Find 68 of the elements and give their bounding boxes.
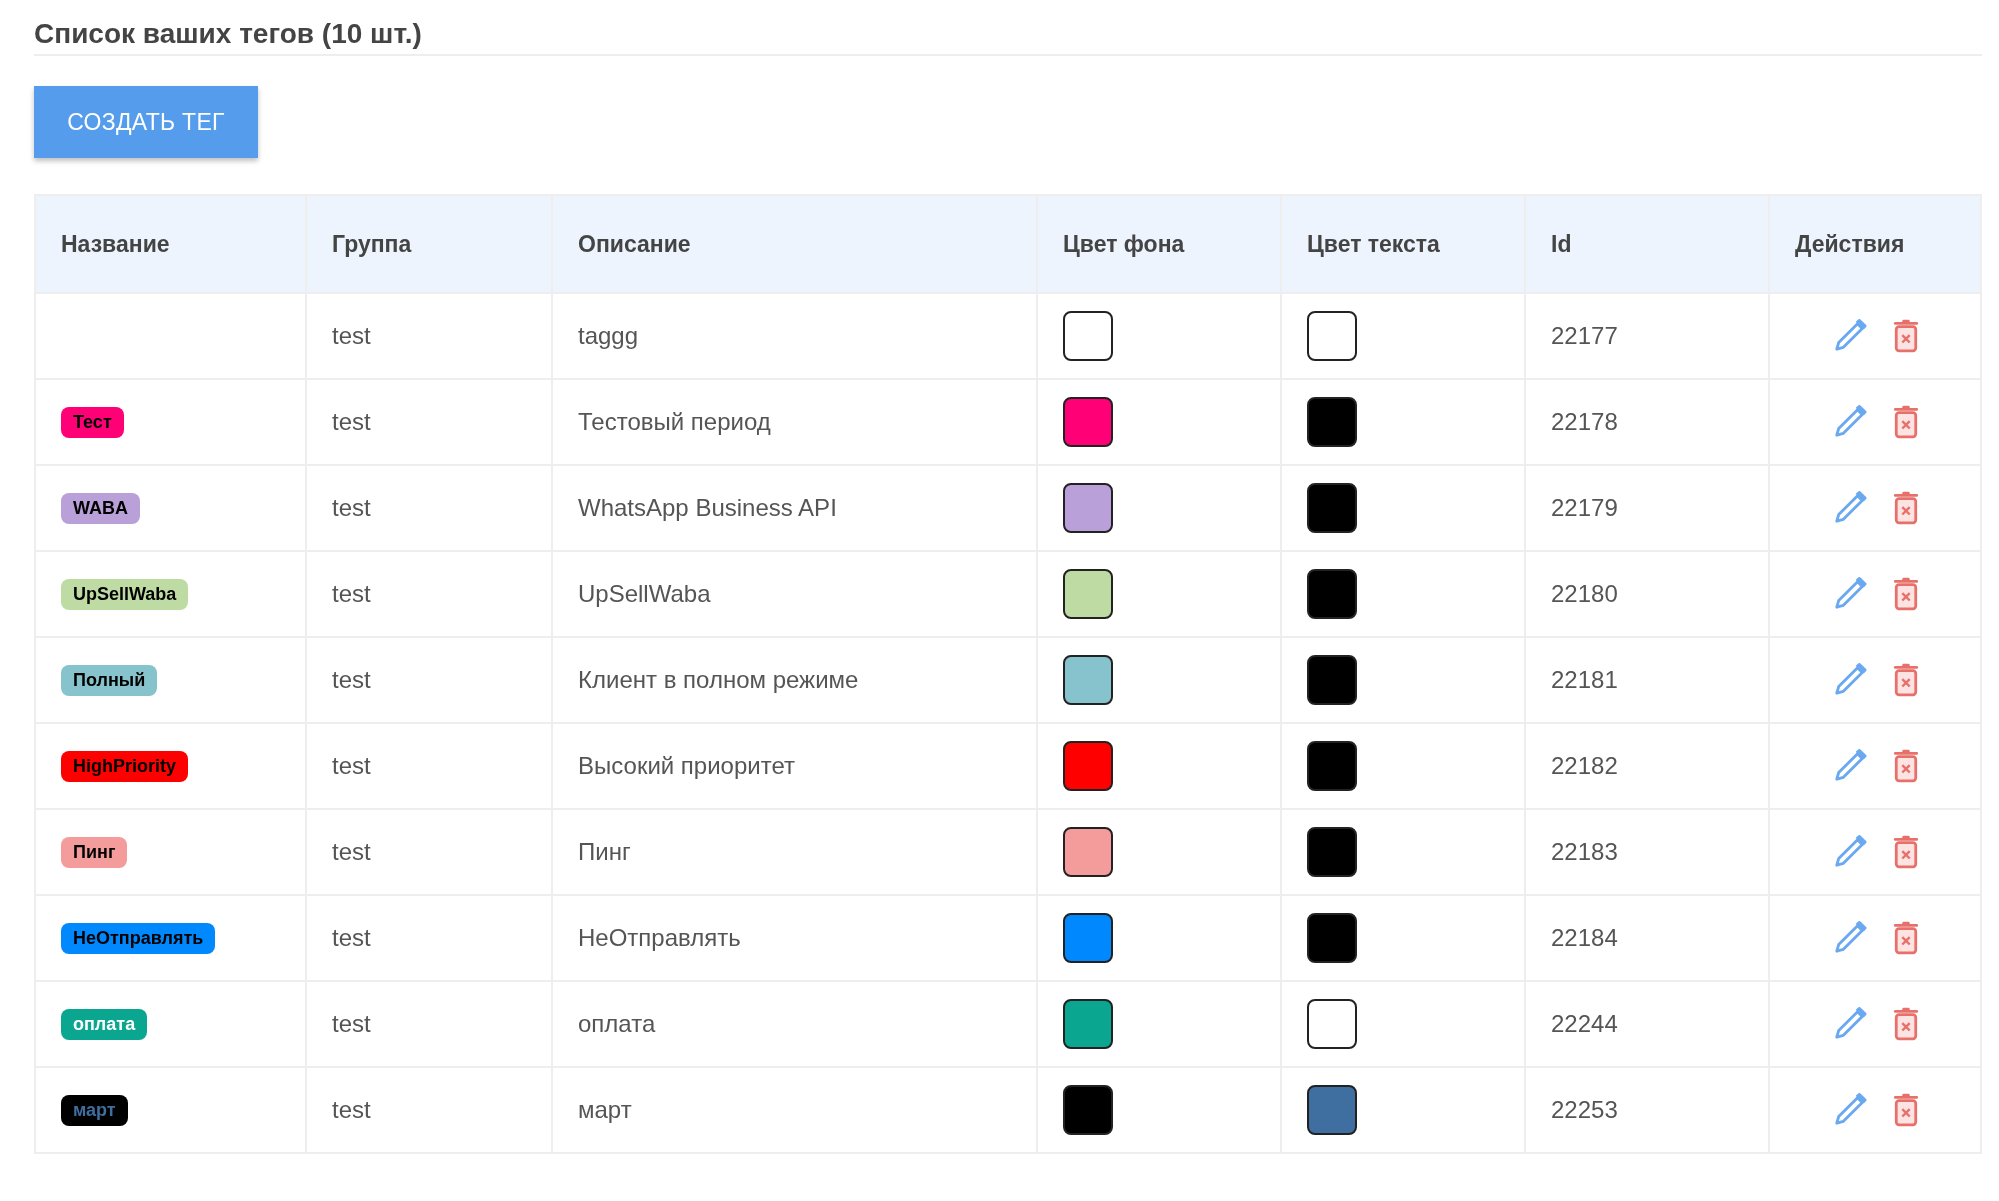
table-cell: март <box>578 1096 632 1123</box>
table-cell: Тестовый период <box>578 408 771 435</box>
table-cell: UpSellWaba <box>578 580 711 607</box>
table-cell: test <box>332 494 371 521</box>
table-cell: test <box>332 408 371 435</box>
table-cell: НеОтправлять <box>578 924 741 951</box>
table-cell: test <box>332 322 371 349</box>
delete-trash-icon[interactable] <box>1893 749 1919 783</box>
table-cell: 22244 <box>1551 1010 1618 1037</box>
tag-badge: оплата <box>61 1008 148 1040</box>
delete-trash-icon[interactable] <box>1893 1093 1919 1127</box>
edit-pencil-icon[interactable] <box>1833 577 1867 611</box>
tag-badge: Полный <box>61 664 158 696</box>
table-cell: 22179 <box>1551 494 1618 521</box>
tag-badge: Пинг <box>61 836 128 868</box>
table-cell: 22184 <box>1551 924 1618 951</box>
edit-pencil-icon[interactable] <box>1833 1007 1867 1041</box>
table-cell: taggg <box>578 322 639 349</box>
table-cell: 22182 <box>1551 752 1618 779</box>
table-cell: test <box>332 1010 371 1037</box>
delete-trash-icon[interactable] <box>1893 663 1919 697</box>
column-header: Название <box>35 195 306 293</box>
table-cell: 22180 <box>1551 580 1618 607</box>
table-cell: test <box>332 924 371 951</box>
tag-badge: UpSellWaba <box>61 578 189 610</box>
table-cell: Клиент в полном режиме <box>578 666 859 693</box>
column-header: Цвет текста <box>1281 195 1525 293</box>
table-cell: 22253 <box>1551 1096 1618 1123</box>
table-cell: оплата <box>578 1010 656 1037</box>
table-cell: 22183 <box>1551 838 1618 865</box>
create-tag-button[interactable]: СОЗДАТЬ ТЕГ <box>34 86 258 158</box>
edit-pencil-icon[interactable] <box>1833 749 1867 783</box>
delete-trash-icon[interactable] <box>1893 405 1919 439</box>
table-cell: test <box>332 580 371 607</box>
table-cell: test <box>332 838 371 865</box>
edit-pencil-icon[interactable] <box>1833 921 1867 955</box>
tag-badge: WABA <box>61 492 140 524</box>
tag-badge: Тест <box>61 406 124 438</box>
delete-trash-icon[interactable] <box>1893 921 1919 955</box>
tag-badge: НеОтправлять <box>61 922 216 954</box>
edit-pencil-icon[interactable] <box>1833 319 1867 353</box>
table-cell: test <box>332 752 371 779</box>
column-header: Описание <box>552 195 1037 293</box>
column-header: Действия <box>1769 195 1981 293</box>
table-cell: test <box>332 1096 371 1123</box>
column-header: Цвет фона <box>1037 195 1281 293</box>
table-cell: 22177 <box>1551 322 1618 349</box>
table-cell: Пинг <box>578 838 631 865</box>
column-header: Группа <box>306 195 552 293</box>
table-cell: WhatsApp Business API <box>578 494 837 521</box>
edit-pencil-icon[interactable] <box>1833 491 1867 525</box>
delete-trash-icon[interactable] <box>1893 835 1919 869</box>
table-cell: Высокий приоритет <box>578 752 795 779</box>
column-header: Id <box>1525 195 1769 293</box>
edit-pencil-icon[interactable] <box>1833 405 1867 439</box>
delete-trash-icon[interactable] <box>1893 491 1919 525</box>
table-cell: test <box>332 666 371 693</box>
tag-badge: HighPriority <box>61 750 188 782</box>
tag-badge: март <box>61 1094 128 1126</box>
delete-trash-icon[interactable] <box>1893 319 1919 353</box>
edit-pencil-icon[interactable] <box>1833 1093 1867 1127</box>
delete-trash-icon[interactable] <box>1893 1007 1919 1041</box>
delete-trash-icon[interactable] <box>1893 577 1919 611</box>
edit-pencil-icon[interactable] <box>1833 835 1867 869</box>
table-cell: 22181 <box>1551 666 1618 693</box>
table-cell: 22178 <box>1551 408 1618 435</box>
page-title: Список ваших тегов (10 шт.) <box>34 18 422 50</box>
edit-pencil-icon[interactable] <box>1833 663 1867 697</box>
